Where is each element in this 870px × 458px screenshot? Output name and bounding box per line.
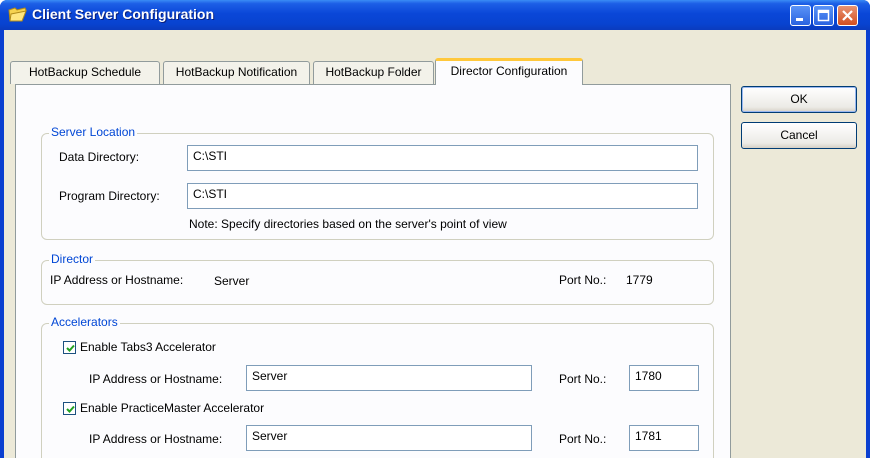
director-ip-label: IP Address or Hostname: (50, 273, 184, 287)
dialog-window: Client Server Configuration HotBackup Sc… (0, 0, 870, 458)
tab-hotbackup-schedule[interactable]: HotBackup Schedule (10, 61, 160, 84)
tabs3-ip-input[interactable]: Server (246, 365, 532, 391)
dialog-client-area: HotBackup Schedule HotBackup Notificatio… (4, 30, 866, 458)
tabs3-port-label: Port No.: (559, 372, 607, 386)
practicemaster-accelerator-checkbox[interactable] (63, 402, 76, 415)
window-title: Client Server Configuration (32, 6, 215, 22)
director-port-label: Port No.: (559, 273, 607, 287)
minimize-button[interactable] (790, 5, 811, 26)
tab-hotbackup-folder[interactable]: HotBackup Folder (313, 61, 434, 84)
tab-director-configuration[interactable]: Director Configuration (435, 58, 583, 85)
practicemaster-port-input[interactable]: 1781 (629, 425, 699, 451)
maximize-button[interactable] (813, 5, 834, 26)
tabs3-ip-label: IP Address or Hostname: (89, 372, 223, 386)
directory-note: Note: Specify directories based on the s… (189, 217, 507, 231)
program-directory-input[interactable]: C:\STI (187, 183, 698, 209)
director-port-value: 1779 (626, 273, 653, 287)
minimize-icon (796, 18, 803, 21)
close-button[interactable] (837, 5, 858, 26)
server-location-legend: Server Location (49, 125, 138, 139)
tab-hotbackup-notification[interactable]: HotBackup Notification (163, 61, 310, 84)
tabs3-port-input[interactable]: 1780 (629, 365, 699, 391)
accelerators-group: Accelerators Enable Tabs3 Accelerator IP… (41, 315, 714, 458)
ok-button[interactable]: OK (741, 86, 857, 113)
practicemaster-port-label: Port No.: (559, 432, 607, 446)
practicemaster-ip-label: IP Address or Hostname: (89, 432, 223, 446)
checkmark-icon (66, 405, 75, 413)
accelerators-legend: Accelerators (49, 315, 120, 329)
data-directory-label: Data Directory: (59, 150, 140, 164)
tabs3-accelerator-checkbox[interactable] (63, 341, 76, 354)
close-icon (842, 10, 853, 21)
tabs3-accelerator-label[interactable]: Enable Tabs3 Accelerator (80, 340, 216, 354)
checkmark-icon (66, 344, 75, 352)
cancel-button[interactable]: Cancel (741, 122, 857, 149)
practicemaster-accelerator-label[interactable]: Enable PracticeMaster Accelerator (80, 401, 264, 415)
folder-icon (8, 7, 27, 22)
director-group: Director IP Address or Hostname: Server … (41, 252, 714, 305)
practicemaster-ip-input[interactable]: Server (246, 425, 532, 451)
server-location-group: Server Location Data Directory: C:\STI P… (41, 125, 714, 240)
program-directory-label: Program Directory: (59, 189, 160, 203)
director-legend: Director (49, 252, 96, 266)
director-ip-value: Server (214, 274, 250, 288)
data-directory-input[interactable]: C:\STI (187, 145, 698, 171)
maximize-icon (817, 9, 830, 22)
title-bar[interactable]: Client Server Configuration (0, 0, 870, 30)
tab-panel: Server Location Data Directory: C:\STI P… (15, 84, 731, 458)
